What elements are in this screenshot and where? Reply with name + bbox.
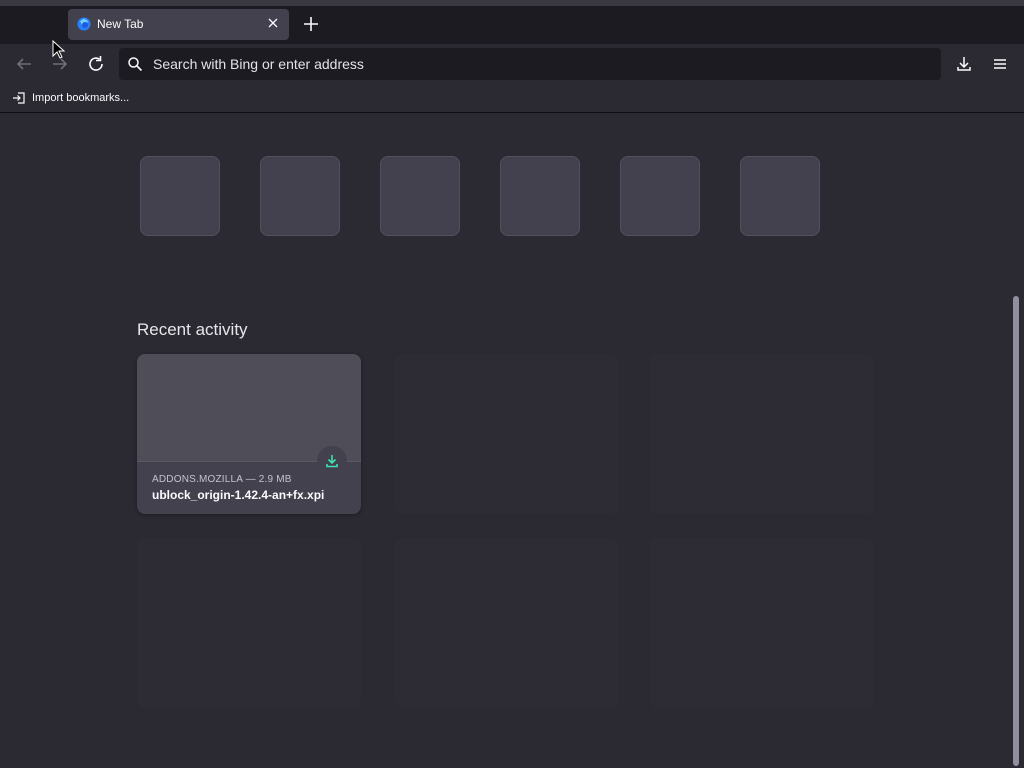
placeholder-card xyxy=(650,538,874,708)
tab-strip: New Tab xyxy=(0,6,1024,44)
tab-new-tab[interactable]: New Tab xyxy=(68,9,289,40)
page-scrollbar[interactable] xyxy=(1012,296,1020,768)
card-source: ADDONS.MOZILLA — 2.9 MB xyxy=(152,474,292,485)
download-icon[interactable] xyxy=(952,52,976,76)
import-icon xyxy=(13,92,25,104)
card-badge xyxy=(317,446,347,476)
import-bookmarks-button[interactable]: Import bookmarks... xyxy=(12,90,129,106)
navigation-toolbar xyxy=(0,44,1024,84)
back-arrow-icon[interactable] xyxy=(12,52,36,76)
scrollbar-thumb[interactable] xyxy=(1013,296,1019,766)
placeholder-card xyxy=(650,354,874,514)
new-tab-page: Recent activity ADDONS.MOZILLA — 2.9 MB … xyxy=(0,113,1024,768)
top-site-tile[interactable] xyxy=(620,156,700,236)
search-input[interactable] xyxy=(153,48,923,80)
placeholder-card xyxy=(395,538,619,708)
card-title: ublock_origin-1.42.4-an+fx.xpi xyxy=(152,488,325,502)
placeholder-card xyxy=(395,354,619,514)
menu-icon[interactable] xyxy=(988,52,1012,76)
top-site-tile[interactable] xyxy=(380,156,460,236)
firefox-logo-icon xyxy=(77,17,91,31)
search-icon xyxy=(128,57,143,72)
reload-icon[interactable] xyxy=(84,52,108,76)
top-site-tile[interactable] xyxy=(500,156,580,236)
recent-activity-card[interactable]: ADDONS.MOZILLA — 2.9 MB ublock_origin-1.… xyxy=(137,354,361,514)
placeholder-card xyxy=(137,538,361,708)
close-icon[interactable] xyxy=(266,16,280,30)
section-heading: Recent activity xyxy=(137,320,248,339)
import-bookmarks-label: Import bookmarks... xyxy=(32,92,130,104)
top-site-tile[interactable] xyxy=(140,156,220,236)
top-site-tile[interactable] xyxy=(260,156,340,236)
tab-title: New Tab xyxy=(97,17,144,31)
top-site-tile[interactable] xyxy=(740,156,820,236)
mouse-pointer-icon xyxy=(52,40,66,59)
bookmarks-toolbar: Import bookmarks... xyxy=(0,84,1024,113)
download-icon xyxy=(326,455,338,468)
plus-icon[interactable] xyxy=(300,13,322,35)
address-bar[interactable] xyxy=(119,48,941,80)
